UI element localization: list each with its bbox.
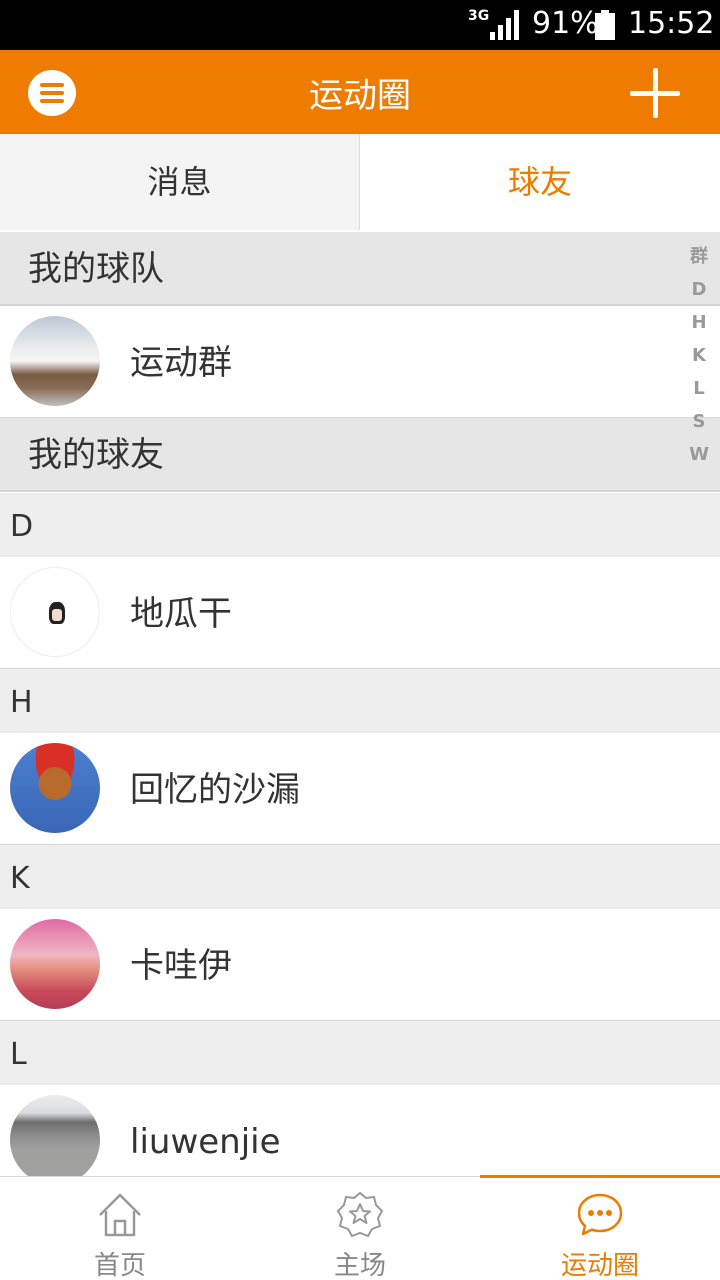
status-bar: 3G 91% 15:52 (0, 0, 720, 50)
tab-friends[interactable]: 球友 (360, 134, 720, 230)
avatar (10, 316, 100, 406)
star-badge-icon (336, 1191, 384, 1238)
section-header-friends: 我的球友 (0, 418, 720, 492)
index-letter[interactable]: W (686, 438, 712, 471)
battery-icon (595, 10, 615, 40)
tab-bar: 消息 球友 (0, 134, 720, 230)
bottom-nav: 首页 主场 运动圈 (0, 1175, 720, 1280)
signal-icon (490, 10, 519, 40)
home-icon (99, 1193, 141, 1237)
friend-list-item[interactable]: 回忆的沙漏 (0, 733, 720, 845)
index-letter[interactable]: H (686, 306, 712, 339)
battery-percent: 91% (532, 6, 599, 41)
nav-label: 首页 (93, 1251, 146, 1280)
friend-name: 回忆的沙漏 (130, 770, 300, 810)
chat-bubble-icon (577, 1193, 623, 1236)
alphabet-index[interactable]: 群 D H K L S W (686, 240, 712, 471)
letter-header: K (0, 845, 720, 909)
index-letter[interactable]: D (686, 273, 712, 306)
nav-sports-circle[interactable]: 运动圈 (480, 1177, 720, 1280)
tab-messages[interactable]: 消息 (0, 134, 360, 230)
friend-name: 卡哇伊 (130, 946, 232, 986)
index-letter[interactable]: S (686, 405, 712, 438)
friend-list-item[interactable]: 地瓜干 (0, 557, 720, 669)
avatar (10, 919, 100, 1009)
team-list-item[interactable]: 运动群 (0, 306, 720, 418)
index-letter[interactable]: 群 (686, 240, 712, 273)
letter-header: D (0, 493, 720, 557)
page-title: 运动圈 (309, 76, 411, 116)
avatar (10, 743, 100, 833)
nav-label: 主场 (333, 1251, 386, 1280)
letter-header: H (0, 669, 720, 733)
nav-home-court[interactable]: 主场 (240, 1177, 480, 1280)
avatar (10, 1095, 100, 1185)
nav-label: 运动圈 (560, 1251, 639, 1280)
section-header-teams: 我的球队 (0, 232, 720, 306)
plus-icon[interactable] (628, 66, 682, 120)
team-name: 运动群 (130, 343, 232, 383)
network-type: 3G (468, 8, 490, 24)
clock: 15:52 (628, 6, 715, 41)
index-letter[interactable]: K (686, 339, 712, 372)
app-header: 运动圈 (0, 50, 720, 134)
index-letter[interactable]: L (686, 372, 712, 405)
letter-header: L (0, 1021, 720, 1085)
friend-list-item[interactable]: 卡哇伊 (0, 909, 720, 1021)
avatar (10, 567, 100, 657)
friend-name: 地瓜干 (130, 594, 232, 634)
nav-home[interactable]: 首页 (0, 1177, 240, 1280)
